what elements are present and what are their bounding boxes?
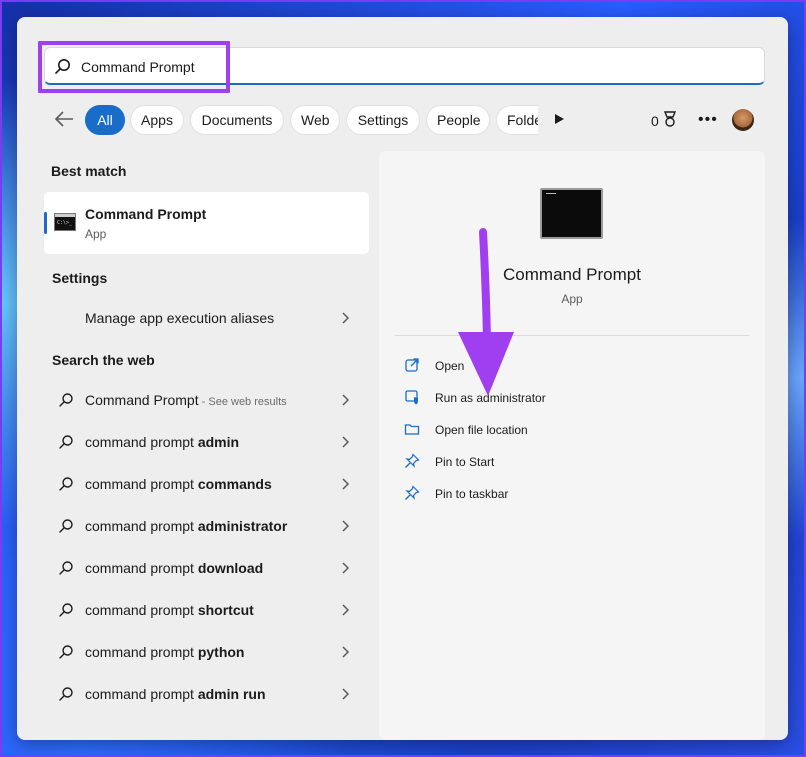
admin-shield-icon: [405, 390, 418, 405]
search-highlight-annotation: [38, 41, 230, 93]
selection-indicator: [44, 212, 47, 234]
search-web-heading: Search the web: [52, 352, 155, 368]
filter-chip-all[interactable]: All: [85, 105, 125, 135]
web-suggestion-row[interactable]: command prompt download: [44, 548, 369, 588]
pin-icon: [405, 453, 420, 468]
open-external-icon: [405, 358, 419, 372]
chevron-right-icon: [342, 394, 350, 406]
settings-heading: Settings: [52, 270, 108, 286]
filter-chip-people[interactable]: People: [426, 105, 490, 135]
detail-title: Command Prompt: [503, 265, 641, 284]
web-suggestion-row[interactable]: command prompt admin run: [44, 674, 369, 714]
action-label: Open file location: [435, 423, 528, 437]
action-run-as-admin[interactable]: Run as administrator: [404, 386, 704, 410]
search-icon: [59, 393, 73, 407]
web-suggestion-row[interactable]: command prompt python: [44, 632, 369, 672]
chevron-right-icon: [342, 436, 350, 448]
web-suggestion-label: command prompt admin run: [85, 686, 266, 702]
best-match-type: App: [85, 227, 107, 241]
command-prompt-icon: C:\>_: [54, 213, 76, 231]
filter-chip-folders[interactable]: Folde: [496, 105, 538, 135]
chevron-right-icon: [342, 312, 350, 324]
detail-divider: [395, 335, 749, 336]
web-suggestion-label: command prompt admin: [85, 434, 240, 450]
search-icon: [59, 561, 73, 575]
web-suggestion-label: command prompt commands: [85, 476, 272, 492]
web-suggestion-label: command prompt administrator: [85, 518, 288, 534]
action-label: Open: [435, 359, 465, 373]
search-icon: [59, 645, 73, 659]
action-open-file-location[interactable]: Open file location: [404, 418, 704, 442]
search-icon: [59, 687, 73, 701]
user-avatar[interactable]: [732, 109, 754, 131]
pin-icon: [405, 485, 420, 500]
web-result-row[interactable]: Command Prompt - See web results: [44, 380, 369, 420]
web-result-label: Command Prompt - See web results: [85, 392, 287, 408]
filter-chip-settings[interactable]: Settings: [346, 105, 420, 135]
rewards-points: 0: [651, 113, 659, 129]
search-icon: [59, 435, 73, 449]
svg-text:C:\>_: C:\>_: [57, 220, 73, 226]
chevron-right-icon: [342, 562, 350, 574]
best-match-card[interactable]: [44, 192, 369, 254]
back-arrow-icon[interactable]: [53, 110, 75, 128]
detail-pane: [379, 151, 765, 740]
web-suggestion-label: command prompt python: [85, 644, 245, 660]
chevron-right-icon: [342, 478, 350, 490]
web-suggestion-row[interactable]: command prompt shortcut: [44, 590, 369, 630]
web-suggestion-label: command prompt shortcut: [85, 602, 254, 618]
web-suggestion-label: command prompt download: [85, 560, 264, 576]
filter-chip-documents[interactable]: Documents: [190, 105, 284, 135]
more-options-icon[interactable]: •••: [698, 111, 718, 129]
detail-type: App: [561, 292, 583, 306]
search-icon: [59, 603, 73, 617]
action-label: Pin to taskbar: [435, 487, 509, 501]
settings-item-label: Manage app execution aliases: [85, 310, 275, 326]
chevron-right-icon: [342, 604, 350, 616]
search-icon: [59, 477, 73, 491]
web-suggestion-row[interactable]: command prompt admin: [44, 422, 369, 462]
command-prompt-large-icon: [540, 188, 603, 239]
search-icon: [59, 519, 73, 533]
action-pin-to-start[interactable]: Pin to Start: [404, 450, 704, 474]
action-label: Run as administrator: [435, 391, 546, 405]
action-label: Pin to Start: [435, 455, 495, 469]
web-suggestion-row[interactable]: command prompt commands: [44, 464, 369, 504]
rewards-medal-icon[interactable]: [662, 110, 678, 128]
folder-icon: [404, 424, 420, 435]
chevron-right-icon: [342, 520, 350, 532]
filter-chip-web[interactable]: Web: [290, 105, 340, 135]
filter-chip-apps[interactable]: Apps: [130, 105, 184, 135]
scroll-filters-right-icon[interactable]: [553, 113, 565, 125]
best-match-title: Command Prompt: [85, 206, 207, 222]
action-open[interactable]: Open: [404, 354, 704, 378]
chevron-right-icon: [342, 646, 350, 658]
chevron-right-icon: [342, 688, 350, 700]
best-match-heading: Best match: [51, 163, 127, 179]
action-pin-to-taskbar[interactable]: Pin to taskbar: [404, 482, 704, 506]
web-suggestion-row[interactable]: command prompt administrator: [44, 506, 369, 546]
settings-item-app-aliases[interactable]: Manage app execution aliases: [44, 298, 369, 338]
